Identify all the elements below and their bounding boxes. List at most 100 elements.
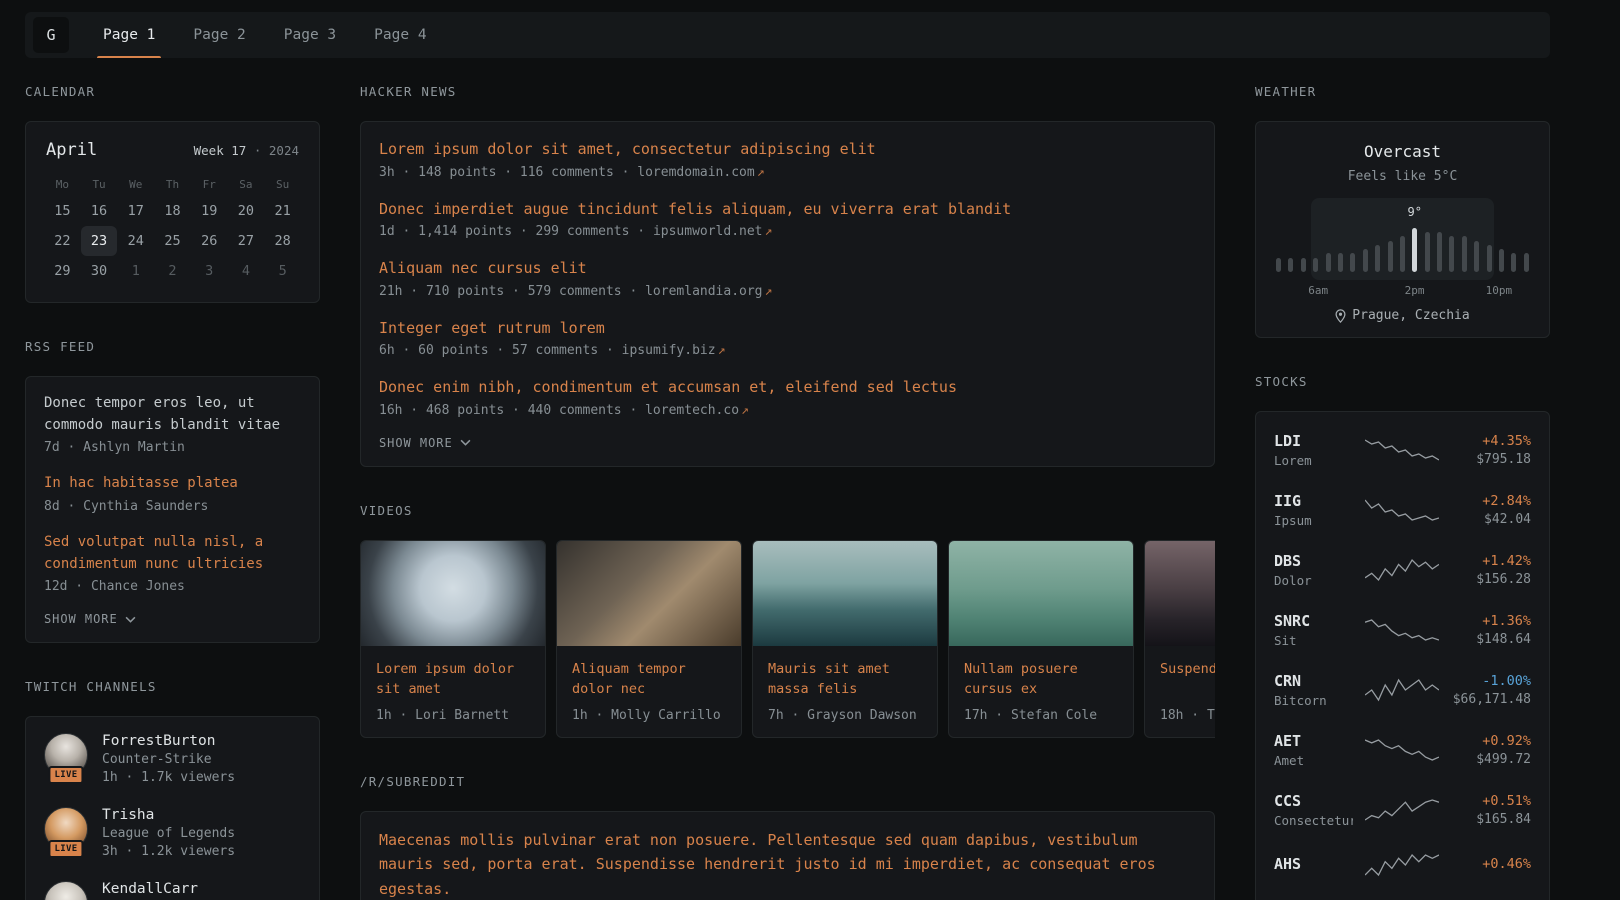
- hn-source-link[interactable]: loremdomain.com↗: [637, 165, 764, 180]
- video-card[interactable]: Aliquam tempor dolor nec pharetra… 1h · …: [556, 540, 742, 738]
- show-more-label: SHOW MORE: [379, 436, 453, 450]
- weather-time-label: 6am: [1308, 284, 1328, 297]
- hn-source-link[interactable]: loremlandia.org↗: [645, 284, 772, 299]
- reddit-post-title[interactable]: Maecenas mollis pulvinar erat non posuer…: [379, 828, 1196, 900]
- live-badge: LIVE: [48, 766, 83, 784]
- tab-page-1[interactable]: Page 1: [97, 12, 161, 58]
- calendar-year-label: · 2024: [254, 143, 299, 158]
- stock-sparkline: [1365, 677, 1439, 703]
- video-card[interactable]: Lorem ipsum dolor sit amet consectetu… 1…: [360, 540, 546, 738]
- subreddit-widget: /R/SUBREDDIT Maecenas mollis pulvinar er…: [360, 774, 1215, 900]
- video-title: Lorem ipsum dolor sit amet consectetu…: [376, 659, 530, 701]
- hn-item: Donec imperdiet augue tincidunt felis al…: [379, 198, 1196, 240]
- stock-row[interactable]: SNRC Sit +1.36% $148.64: [1274, 612, 1531, 648]
- weather-hour-bar: [1326, 253, 1331, 272]
- calendar-day: 18: [154, 196, 191, 226]
- show-more-label: SHOW MORE: [44, 612, 118, 626]
- videos-row: Lorem ipsum dolor sit amet consectetu… 1…: [360, 540, 1215, 738]
- app-logo: G: [33, 17, 69, 53]
- subreddit-section-title: /R/SUBREDDIT: [360, 774, 1215, 789]
- tab-page-3[interactable]: Page 3: [278, 12, 342, 58]
- calendar-grid: MoTuWeThFrSaSu15161718192021222324252627…: [44, 172, 301, 286]
- stock-row[interactable]: CRN Bitcorn -1.00% $66,171.48: [1274, 672, 1531, 708]
- stock-row[interactable]: AET Amet +0.92% $499.72: [1274, 732, 1531, 768]
- weather-hour-bar: [1425, 232, 1430, 272]
- tab-page-2[interactable]: Page 2: [187, 12, 251, 58]
- twitch-widget: TWITCH CHANNELS LIVE ForrestBurton Count…: [25, 679, 320, 900]
- subreddit-card: Maecenas mollis pulvinar erat non posuer…: [360, 811, 1215, 900]
- rss-show-more-button[interactable]: SHOW MORE: [44, 612, 301, 626]
- hn-item-title[interactable]: Integer eget rutrum lorem: [379, 317, 1196, 340]
- twitch-channel[interactable]: KendallCarr: [44, 881, 301, 900]
- weather-time-label: 2pm: [1405, 284, 1425, 297]
- video-title: Mauris sit amet massa felis: [768, 659, 922, 701]
- stock-values: +1.42% $156.28: [1451, 553, 1531, 587]
- stock-row[interactable]: DBS Dolor +1.42% $156.28: [1274, 552, 1531, 588]
- stock-row[interactable]: CCS Consectetur +0.51% $165.84: [1274, 792, 1531, 828]
- rss-item-title[interactable]: Sed volutpat nulla nisl, a condimentum n…: [44, 532, 301, 575]
- stock-values: +0.46%: [1451, 856, 1531, 875]
- calendar-day: 4: [228, 256, 265, 286]
- hn-meta-text: 1d · 1,414 points · 299 comments ·: [379, 224, 653, 239]
- calendar-section-title: CALENDAR: [25, 84, 320, 99]
- stock-change: +0.51%: [1451, 793, 1531, 809]
- stock-name: Bitcorn: [1274, 693, 1353, 708]
- hacker-news-card: Lorem ipsum dolor sit amet, consectetur …: [360, 121, 1215, 467]
- calendar-widget: CALENDAR April Week 17 · 2024 MoTuWeThFr…: [25, 84, 320, 303]
- stock-values: +0.92% $499.72: [1451, 733, 1531, 767]
- rss-item-meta: 7d · Ashlyn Martin: [44, 440, 301, 455]
- channel-game: League of Legends: [102, 826, 235, 841]
- hn-source-link[interactable]: loremtech.co↗: [645, 403, 749, 418]
- hn-item-meta: 3h · 148 points · 116 comments · loremdo…: [379, 165, 1196, 180]
- stock-change: +2.84%: [1451, 493, 1531, 509]
- hn-item-title[interactable]: Aliquam nec cursus elit: [379, 257, 1196, 280]
- stock-row[interactable]: AHS +0.46%: [1274, 852, 1531, 878]
- hn-source-link[interactable]: ipsumify.biz↗: [622, 343, 726, 358]
- stock-row[interactable]: IIG Ipsum +2.84% $42.04: [1274, 492, 1531, 528]
- weather-hour-bar: [1313, 258, 1318, 272]
- hn-item-title[interactable]: Donec imperdiet augue tincidunt felis al…: [379, 198, 1196, 221]
- calendar-day-selected: 23: [81, 226, 118, 256]
- twitch-channel[interactable]: LIVE ForrestBurton Counter-Strike 1h · 1…: [44, 733, 301, 785]
- stock-sparkline: [1365, 797, 1439, 823]
- stock-price: $42.04: [1451, 512, 1531, 527]
- hn-show-more-button[interactable]: SHOW MORE: [379, 436, 1196, 450]
- hn-item: Aliquam nec cursus elit 21h · 710 points…: [379, 257, 1196, 299]
- calendar-day-header: Mo: [44, 172, 81, 196]
- video-thumbnail: [557, 541, 741, 646]
- rss-widget: RSS FEED Donec tempor eros leo, ut commo…: [25, 339, 320, 643]
- stock-change: +0.92%: [1451, 733, 1531, 749]
- stocks-section-title: STOCKS: [1255, 374, 1550, 389]
- stock-id: LDI Lorem: [1274, 432, 1353, 468]
- stock-price: $795.18: [1451, 452, 1531, 467]
- video-card[interactable]: Nullam posuere cursus ex 17h · Stefan Co…: [948, 540, 1134, 738]
- video-body: Nullam posuere cursus ex 17h · Stefan Co…: [949, 646, 1133, 737]
- video-body: Suspendisse diam 18h · Tara: [1145, 646, 1215, 737]
- rss-item-title[interactable]: In hac habitasse platea: [44, 473, 301, 495]
- stock-id: AHS: [1274, 855, 1353, 876]
- rss-card: Donec tempor eros leo, ut commodo mauris…: [25, 376, 320, 643]
- hn-item-title[interactable]: Donec enim nibh, condimentum et accumsan…: [379, 376, 1196, 399]
- video-card[interactable]: Mauris sit amet massa felis 7h · Grayson…: [752, 540, 938, 738]
- calendar-day: 17: [117, 196, 154, 226]
- hn-source-link[interactable]: ipsumworld.net↗: [653, 224, 772, 239]
- calendar-day: 26: [191, 226, 228, 256]
- stock-values: +2.84% $42.04: [1451, 493, 1531, 527]
- video-card[interactable]: Suspendisse diam 18h · Tara: [1144, 540, 1215, 738]
- channel-meta: 1h · 1.7k viewers: [102, 770, 235, 785]
- calendar-month: April: [46, 140, 97, 160]
- hn-item-title[interactable]: Lorem ipsum dolor sit amet, consectetur …: [379, 138, 1196, 161]
- right-column: WEATHER Overcast Feels like 5°C 9° 6am2p…: [1255, 84, 1550, 900]
- stock-row[interactable]: LDI Lorem +4.35% $795.18: [1274, 432, 1531, 468]
- hn-item-meta: 21h · 710 points · 579 comments · loreml…: [379, 284, 1196, 299]
- hacker-news-widget: HACKER NEWS Lorem ipsum dolor sit amet, …: [360, 84, 1215, 467]
- tab-page-4[interactable]: Page 4: [368, 12, 432, 58]
- rss-item-title[interactable]: Donec tempor eros leo, ut commodo mauris…: [44, 393, 301, 436]
- video-meta: 7h · Grayson Dawson: [768, 708, 922, 723]
- channel-info: KendallCarr: [102, 881, 198, 900]
- stock-price: $156.28: [1451, 572, 1531, 587]
- twitch-channel[interactable]: LIVE Trisha League of Legends 3h · 1.2k …: [44, 807, 301, 859]
- calendar-header: April Week 17 · 2024: [44, 138, 301, 160]
- channel-avatar-image: [44, 881, 88, 900]
- video-thumbnail: [949, 541, 1133, 646]
